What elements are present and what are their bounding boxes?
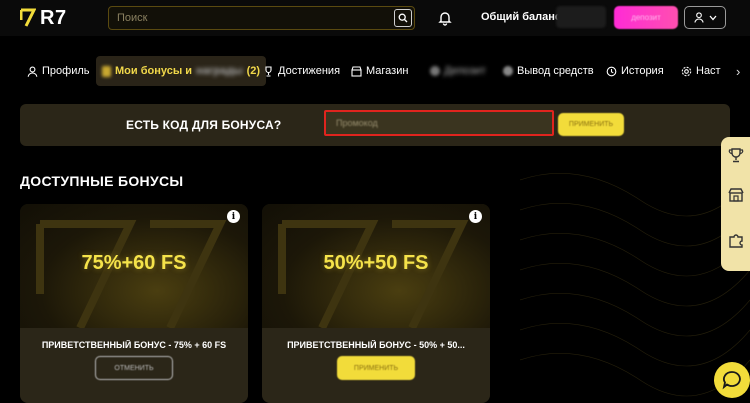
tab-label: История [621, 65, 664, 77]
logo-text: R7 [40, 6, 67, 29]
info-icon[interactable]: i [469, 210, 482, 223]
bonus-card: 50%+50 FS i ПРИВЕТСТВЕННЫЙ БОНУС - 50% +… [262, 204, 490, 403]
tab-label-blurred: награды [196, 65, 243, 77]
gift-icon [102, 65, 111, 77]
shop-icon [351, 65, 362, 77]
tab-profile[interactable]: Профиль [27, 56, 90, 86]
user-icon [27, 66, 38, 77]
tab-label: Магазин [366, 65, 409, 77]
search-icon [398, 13, 408, 23]
tabs-scroll-right-icon[interactable]: › [736, 64, 740, 79]
tab-label: Наст [696, 65, 721, 77]
tab-history[interactable]: История [606, 56, 664, 86]
chat-bubble-icon [722, 371, 741, 390]
support-chat-button[interactable] [714, 362, 750, 398]
available-bonuses-title: ДОСТУПНЫЕ БОНУСЫ [20, 173, 184, 189]
tab-deposit[interactable]: Депозит [430, 56, 486, 86]
tab-my-bonuses[interactable]: Мои бонусы и награды (2) [96, 56, 267, 86]
promo-code-field-highlighted [324, 110, 554, 136]
tab-label: Достижения [278, 65, 341, 77]
withdraw-icon [503, 66, 513, 76]
puzzle-icon[interactable] [728, 233, 744, 249]
bonus-code-title: ЕСТЬ КОД ДЛЯ БОНУСА? [126, 118, 282, 132]
info-icon[interactable]: i [227, 210, 240, 223]
promo-code-input[interactable] [326, 112, 552, 134]
bonus-card-footer: ПРИВЕТСТВЕННЫЙ БОНУС - 50% + 50... ПРИМЕ… [262, 328, 490, 403]
bonus-headline: 75%+60 FS [81, 252, 187, 274]
balance-value-redacted [556, 6, 606, 28]
user-icon [693, 12, 704, 23]
tab-achievements[interactable]: Достижения [263, 56, 340, 86]
settings-icon [681, 66, 692, 76]
wallet-icon [430, 66, 440, 76]
chevron-down-icon [709, 15, 716, 20]
tab-withdraw[interactable]: Вывод средств [503, 56, 594, 86]
tab-settings[interactable]: Наст [681, 56, 721, 86]
history-icon [606, 66, 617, 76]
wave-background [520, 173, 750, 397]
r7-logo-mark-icon [20, 8, 36, 27]
bonus-name: ПРИВЕТСТВЕННЫЙ БОНУС - 75% + 60 FS [41, 340, 227, 350]
top-header: R7 Общий баланс: депозит [0, 0, 750, 36]
tab-count-badge: (2) [246, 65, 261, 77]
side-quick-panel [721, 137, 750, 271]
tab-label: Вывод средств [517, 65, 594, 77]
bonus-card-art: 75%+60 FS [20, 204, 248, 328]
tab-shop[interactable]: Магазин [351, 56, 408, 86]
trophy-icon [265, 65, 272, 77]
bonus-name: ПРИВЕТСТВЕННЫЙ БОНУС - 50% + 50... [287, 340, 465, 350]
search-box [108, 6, 415, 30]
bonus-headline: 50%+50 FS [323, 252, 429, 274]
tab-label: Мои бонусы и [115, 65, 193, 77]
apply-code-button[interactable]: ПРИМЕНИТЬ [558, 113, 624, 136]
balance-label: Общий баланс: [481, 11, 565, 23]
shop-icon[interactable] [728, 187, 744, 203]
cancel-bonus-button[interactable]: ОТМЕНИТЬ [95, 356, 173, 380]
bonus-code-panel: ЕСТЬ КОД ДЛЯ БОНУСА? ПРИМЕНИТЬ [20, 104, 730, 146]
search-button[interactable] [394, 9, 412, 27]
tab-label: Депозит [444, 65, 486, 77]
trophy-icon[interactable] [728, 147, 744, 163]
bonus-card-footer: ПРИВЕТСТВЕННЫЙ БОНУС - 75% + 60 FS ОТМЕН… [20, 328, 248, 403]
apply-bonus-button[interactable]: ПРИМЕНИТЬ [337, 356, 415, 380]
search-input[interactable] [109, 7, 379, 29]
logo[interactable]: R7 [20, 7, 86, 29]
bonus-card: 75%+60 FS i ПРИВЕТСТВЕННЫЙ БОНУС - 75% +… [20, 204, 248, 403]
user-menu-button[interactable] [684, 6, 726, 29]
profile-tabs: Профиль Мои бонусы и награды (2) Достиже… [0, 56, 750, 86]
deposit-button[interactable]: депозит [614, 6, 678, 29]
tab-label: Профиль [42, 65, 90, 77]
bonus-card-art: 50%+50 FS [262, 204, 490, 328]
bell-icon[interactable] [436, 9, 454, 27]
